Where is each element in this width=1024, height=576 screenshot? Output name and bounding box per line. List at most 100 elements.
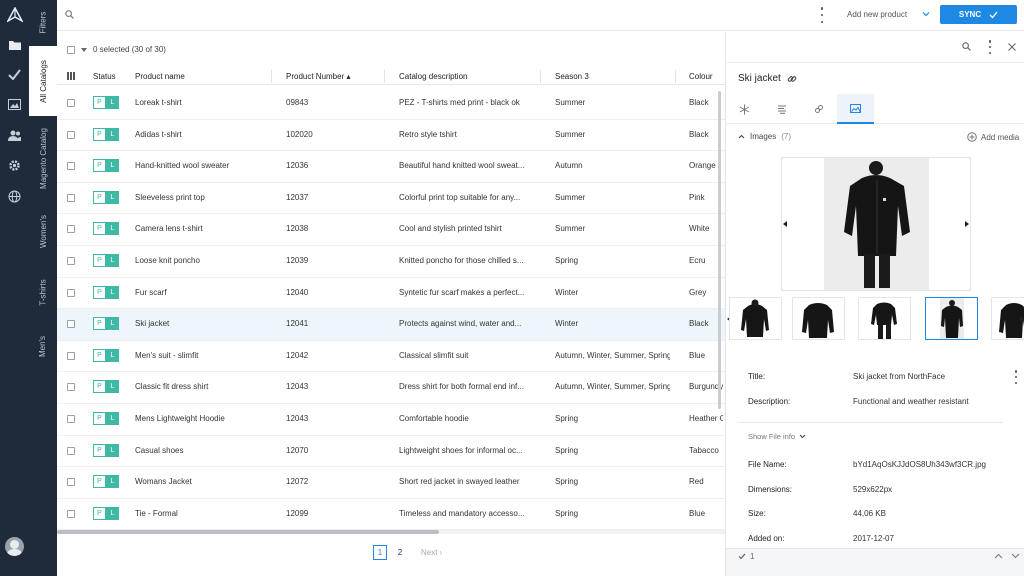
row-checkbox[interactable] — [67, 383, 75, 392]
header-status[interactable]: Status — [93, 72, 116, 81]
row-checkbox[interactable] — [67, 415, 75, 423]
main-product-image[interactable] — [781, 157, 971, 291]
cell-colour: Red — [689, 477, 704, 487]
row-checkbox[interactable] — [67, 193, 75, 202]
size-value: 44,06 KB — [853, 509, 886, 518]
table-row[interactable]: P L Loreak t-shirt 09843 PEZ - T-shirts med … — [57, 88, 725, 120]
table-row[interactable]: P L Sleeveless print top 12037 Colorful prin… — [57, 183, 725, 215]
cell-product-number: 12072 — [286, 477, 309, 487]
thumbnail[interactable] — [858, 297, 911, 340]
vertical-scrollbar[interactable] — [718, 91, 721, 409]
table-row[interactable]: P L Men's suit - slimfit 12042 Classical sli… — [57, 341, 725, 373]
status-badges: PL — [93, 222, 119, 236]
gear-icon[interactable] — [6, 157, 23, 174]
pagination: 1 2 Next › — [373, 545, 442, 560]
next-image-icon[interactable] — [965, 221, 969, 227]
more-options-icon[interactable] — [1013, 370, 1019, 384]
description-value[interactable]: Functional and weather resistant — [853, 397, 969, 406]
table-row[interactable]: P L Ski jacket 12041 Protects against wind, … — [57, 309, 725, 341]
previous-image-icon[interactable] — [783, 221, 787, 227]
thumbnail[interactable] — [729, 297, 782, 340]
chevron-down-icon[interactable] — [922, 10, 930, 18]
tab-attributes[interactable] — [726, 94, 763, 124]
header-colour[interactable]: Colour — [689, 72, 713, 81]
header-catalog-description[interactable]: Catalog description — [399, 72, 467, 81]
search-icon[interactable] — [962, 42, 971, 51]
close-icon[interactable] — [1007, 42, 1017, 52]
tab-filters[interactable]: Filters — [29, 0, 57, 44]
status-l-badge: L — [106, 222, 119, 236]
table-row[interactable]: P L Fur scarf 12040 Syntetic fur scarf makes… — [57, 278, 725, 310]
search-icon[interactable] — [65, 10, 75, 20]
chevron-up-icon[interactable] — [994, 553, 1003, 559]
table-row[interactable]: P L Mens Lightweight Hoodie 12043 Comfortabl… — [57, 404, 725, 436]
table-row[interactable]: P L Loose knit poncho 12039 Knitted poncho f… — [57, 246, 725, 278]
page-1-button[interactable]: 1 — [373, 545, 387, 560]
title-value[interactable]: Ski jacket from NorthFace — [853, 372, 945, 381]
row-checkbox[interactable] — [67, 288, 75, 297]
tab-links[interactable] — [800, 94, 837, 124]
horizontal-scrollbar[interactable] — [57, 530, 725, 534]
checkmark-icon[interactable] — [6, 66, 23, 83]
table-row[interactable]: P L Classic fit dress shirt 12043 Dress shir… — [57, 372, 725, 404]
tab-magento-catalog[interactable]: Magento Catalog — [29, 118, 57, 198]
status-badges: PL — [93, 506, 119, 520]
images-section-header[interactable]: Images (7) — [738, 132, 791, 141]
page-2-button[interactable]: 2 — [393, 545, 407, 560]
folder-icon[interactable] — [6, 36, 23, 53]
caret-down-icon[interactable] — [81, 47, 87, 52]
globe-icon[interactable] — [6, 188, 23, 205]
row-checkbox[interactable] — [67, 130, 75, 139]
cell-season: Spring — [555, 445, 579, 455]
header-product-name[interactable]: Product name — [135, 72, 185, 81]
add-media-button[interactable]: Add media — [967, 132, 1019, 142]
row-checkbox[interactable] — [67, 351, 75, 360]
table-row[interactable]: P L Casual shoes 12070 Lightweight shoes for… — [57, 436, 725, 468]
add-new-product-button[interactable]: Add new product — [847, 10, 907, 19]
table-row[interactable]: P L Tie - Formal 12099 Timeless and mandator… — [57, 499, 725, 531]
header-product-number[interactable]: Product Number ▴ — [286, 72, 350, 81]
tab-t-shirts[interactable]: T-shirts — [29, 264, 57, 320]
cell-product-name: Loose knit poncho — [135, 256, 200, 265]
users-icon[interactable] — [6, 127, 23, 144]
table-row[interactable]: P L Camera lens t-shirt 12038 Cool and styli… — [57, 214, 725, 246]
row-checkbox[interactable] — [67, 320, 75, 329]
sync-button[interactable]: SYNC — [940, 5, 1017, 24]
columns-icon[interactable] — [67, 72, 75, 80]
tab-mens[interactable]: Men's — [29, 322, 57, 370]
image-icon[interactable] — [6, 96, 23, 113]
tab-text[interactable] — [763, 94, 800, 124]
more-options-icon[interactable] — [819, 7, 825, 23]
row-checkbox[interactable] — [67, 225, 75, 234]
chevron-up-icon — [738, 134, 745, 139]
logo-icon[interactable] — [6, 6, 23, 23]
row-checkbox[interactable] — [67, 257, 75, 265]
avatar[interactable] — [5, 537, 24, 556]
next-page-button[interactable]: Next › — [421, 548, 442, 557]
table-row[interactable]: P L Womans Jacket 12072 Short red jacket in … — [57, 467, 725, 499]
row-checkbox[interactable] — [67, 99, 75, 107]
cell-product-number: 09843 — [286, 98, 309, 107]
row-checkbox[interactable] — [67, 446, 75, 455]
row-checkbox[interactable] — [67, 509, 75, 518]
header-season[interactable]: Season 3 — [555, 72, 589, 81]
tab-all-catalogs[interactable]: All Catalogs — [29, 46, 57, 116]
tab-label: Women's — [38, 214, 48, 248]
tab-womens[interactable]: Women's — [29, 200, 57, 262]
table-row[interactable]: P L Hand-knitted wool sweater 12036 Beautifu… — [57, 151, 725, 183]
more-options-icon[interactable] — [987, 40, 993, 54]
thumbs-next-icon[interactable] — [1020, 316, 1024, 322]
cell-catalog-description: Retro style tshirt — [399, 129, 457, 139]
chevron-down-icon[interactable] — [1011, 553, 1020, 559]
row-checkbox[interactable] — [67, 478, 75, 487]
row-checkbox[interactable] — [67, 162, 75, 171]
cell-catalog-description: Timeless and mandatory accesso... — [399, 508, 525, 518]
select-all-checkbox[interactable] — [67, 45, 75, 54]
thumbnail[interactable] — [792, 297, 845, 340]
tab-images[interactable] — [837, 94, 874, 124]
table-row[interactable]: P L Adidas t-shirt 102020 Retro style tshirt… — [57, 120, 725, 152]
thumbnail-selected[interactable] — [925, 297, 978, 340]
status-l-badge: L — [106, 190, 119, 204]
show-file-info-toggle[interactable]: Show File info — [748, 432, 806, 441]
link-icon[interactable] — [787, 74, 797, 84]
